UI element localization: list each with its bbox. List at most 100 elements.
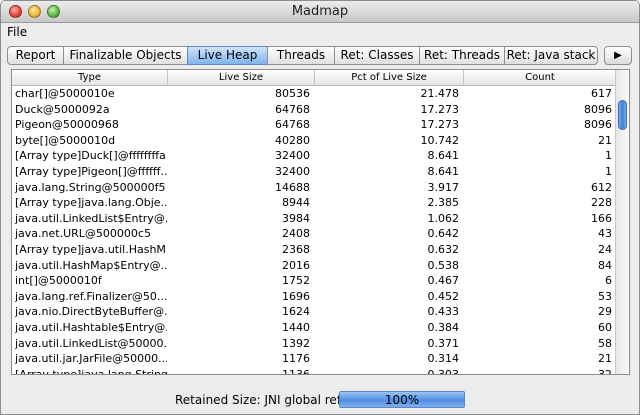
cell-pct-live-size: 10.742 xyxy=(420,133,460,147)
cell-pct-live-size: 0.303 xyxy=(427,367,460,375)
tab-live-heap[interactable]: Live Heap xyxy=(187,46,268,65)
cell-count: 8096 xyxy=(584,102,612,116)
table-row[interactable]: int[]@5000010f 1752 0.467 6 xyxy=(12,273,616,289)
table-row[interactable]: java.net.URL@500000c5 2408 0.642 43 xyxy=(12,226,616,242)
table-row[interactable]: byte[]@5000010d 40280 10.742 21 xyxy=(12,133,616,149)
cell-count: 29 xyxy=(598,305,612,319)
cell-live-size: 40280 xyxy=(275,133,310,147)
cell-type: Pigeon@50000968 xyxy=(15,118,119,132)
table-row[interactable]: [Array type]java.util.HashM... 2368 0.632 2… xyxy=(12,242,616,258)
progress-text: 100% xyxy=(384,393,420,407)
cell-pct-live-size: 17.273 xyxy=(420,118,460,132)
table-row[interactable]: java.util.LinkedList$Entry@... 3984 1.062 1… xyxy=(12,211,616,227)
cell-count: 612 xyxy=(591,180,612,194)
cell-pct-live-size: 0.538 xyxy=(427,258,460,272)
cell-pct-live-size: 0.467 xyxy=(427,274,460,288)
cell-live-size: 32400 xyxy=(275,164,310,178)
cell-live-size: 1440 xyxy=(282,320,310,334)
cell-pct-live-size: 21.478 xyxy=(420,87,460,100)
window-title: Madmap xyxy=(291,4,349,19)
tab-ret-threads[interactable]: Ret: Threads xyxy=(419,46,505,65)
cell-live-size: 14688 xyxy=(275,180,310,194)
cell-count: 32 xyxy=(598,367,612,375)
table-body: char[]@5000010e 80536 21.478 617 Duck@500009… xyxy=(12,86,616,375)
cell-live-size: 1624 xyxy=(282,305,310,319)
tab-finalizable-objects[interactable]: Finalizable Objects xyxy=(63,46,188,65)
column-header-pct-live-size[interactable]: Pct of Live Size xyxy=(315,70,464,86)
cell-count: 24 xyxy=(598,242,612,256)
table-row[interactable]: [Array type]Pigeon[]@ffffff... 32400 8.641… xyxy=(12,164,616,180)
table-row[interactable]: java.nio.DirectByteBuffer@... 1624 0.433 29 xyxy=(12,304,616,320)
table-row[interactable]: [Array type]java.lang.Obje... 8944 2.385 22… xyxy=(12,195,616,211)
table-row[interactable]: java.util.Hashtable$Entry@... 1440 0.384 60 xyxy=(12,320,616,336)
cell-count: 21 xyxy=(598,133,612,147)
cell-live-size: 32400 xyxy=(275,149,310,163)
cell-type: java.net.URL@500000c5 xyxy=(15,227,151,241)
cell-type: Duck@5000092a xyxy=(15,102,110,116)
cell-live-size: 64768 xyxy=(275,118,310,132)
cell-type: byte[]@5000010d xyxy=(15,133,116,147)
table-row[interactable]: [Array type]java.lang.String... 1136 0.303… xyxy=(12,367,616,375)
table-row[interactable]: char[]@5000010e 80536 21.478 617 xyxy=(12,86,616,102)
table-row[interactable]: java.util.LinkedList@50000... 1392 0.371 58 xyxy=(12,336,616,352)
cell-type: [Array type]java.lang.Obje... xyxy=(15,196,167,210)
retained-size-label: Retained Size: JNI global refs xyxy=(175,393,348,407)
cell-live-size: 64768 xyxy=(275,102,310,116)
menu-file[interactable]: File xyxy=(7,25,27,39)
cell-pct-live-size: 0.642 xyxy=(427,227,460,241)
vertical-scrollbar[interactable] xyxy=(615,70,629,374)
tab-scroll-right-button[interactable]: ▶ xyxy=(604,46,632,65)
cell-count: 21 xyxy=(598,352,612,366)
app-window: Madmap File Report Finalizable Objects L… xyxy=(0,0,640,415)
tab-ret-classes[interactable]: Ret: Classes xyxy=(334,46,420,65)
cell-count: 1 xyxy=(605,149,612,163)
cell-type: java.util.LinkedList@50000... xyxy=(15,336,167,350)
cell-pct-live-size: 17.273 xyxy=(420,102,460,116)
scrollbar-thumb[interactable] xyxy=(618,100,627,130)
table-row[interactable]: Pigeon@50000968 64768 17.273 8096 xyxy=(12,117,616,133)
cell-count: 53 xyxy=(598,289,612,303)
cell-pct-live-size: 2.385 xyxy=(427,196,460,210)
cell-pct-live-size: 0.314 xyxy=(427,352,460,366)
cell-type: java.util.HashMap$Entry@... xyxy=(15,258,167,272)
cell-type: java.util.LinkedList$Entry@... xyxy=(15,211,167,225)
cell-count: 617 xyxy=(591,87,612,100)
cell-type: [Array type]Pigeon[]@ffffff... xyxy=(15,164,167,178)
tab-report[interactable]: Report xyxy=(7,46,64,65)
table-row[interactable]: [Array type]Duck[]@ffffffffa... 32400 8.64… xyxy=(12,148,616,164)
cell-type: java.util.Hashtable$Entry@... xyxy=(15,320,167,334)
cell-live-size: 1392 xyxy=(282,336,310,350)
cell-live-size: 1176 xyxy=(282,352,310,366)
table-row[interactable]: java.util.HashMap$Entry@... 2016 0.538 84 xyxy=(12,258,616,274)
column-header-live-size[interactable]: Live Size xyxy=(168,70,315,86)
cell-type: [Array type]java.lang.String... xyxy=(15,367,167,375)
cell-pct-live-size: 8.641 xyxy=(427,149,460,163)
cell-pct-live-size: 0.632 xyxy=(427,242,460,256)
cell-type: [Array type]Duck[]@ffffffffa... xyxy=(15,149,167,163)
cell-pct-live-size: 0.371 xyxy=(427,336,460,350)
cell-live-size: 2368 xyxy=(282,242,310,256)
cell-pct-live-size: 0.452 xyxy=(427,289,460,303)
right-arrow-icon: ▶ xyxy=(614,50,622,61)
table-row[interactable]: java.lang.String@500000f5 14688 3.917 612 xyxy=(12,180,616,196)
table-row[interactable]: java.lang.ref.Finalizer@50... 1696 0.452 53 xyxy=(12,289,616,305)
cell-pct-live-size: 0.384 xyxy=(427,320,460,334)
live-heap-table: Type Live Size Pct of Live Size Count ch… xyxy=(11,69,630,375)
cell-pct-live-size: 3.917 xyxy=(427,180,460,194)
cell-type: java.lang.ref.Finalizer@50... xyxy=(15,289,167,303)
cell-type: java.util.jar.JarFile@50000... xyxy=(15,352,167,366)
cell-type: int[]@5000010f xyxy=(15,274,102,288)
tab-ret-java-stack[interactable]: Ret: Java stack xyxy=(504,46,598,65)
table-row[interactable]: java.util.jar.JarFile@50000... 1176 0.314 2… xyxy=(12,351,616,367)
column-header-count[interactable]: Count xyxy=(464,70,616,86)
table-row[interactable]: Duck@5000092a 64768 17.273 8096 xyxy=(12,102,616,118)
cell-count: 6 xyxy=(605,274,612,288)
cell-live-size: 1696 xyxy=(282,289,310,303)
cell-type: java.nio.DirectByteBuffer@... xyxy=(15,305,167,319)
title-bar[interactable]: Madmap xyxy=(1,1,639,23)
column-header-type[interactable]: Type xyxy=(12,70,168,86)
tab-bar: Report Finalizable Objects Live Heap Thr… xyxy=(7,44,635,66)
tab-threads[interactable]: Threads xyxy=(267,46,335,65)
cell-type: [Array type]java.util.HashM... xyxy=(15,242,167,256)
cell-pct-live-size: 1.062 xyxy=(427,211,460,225)
